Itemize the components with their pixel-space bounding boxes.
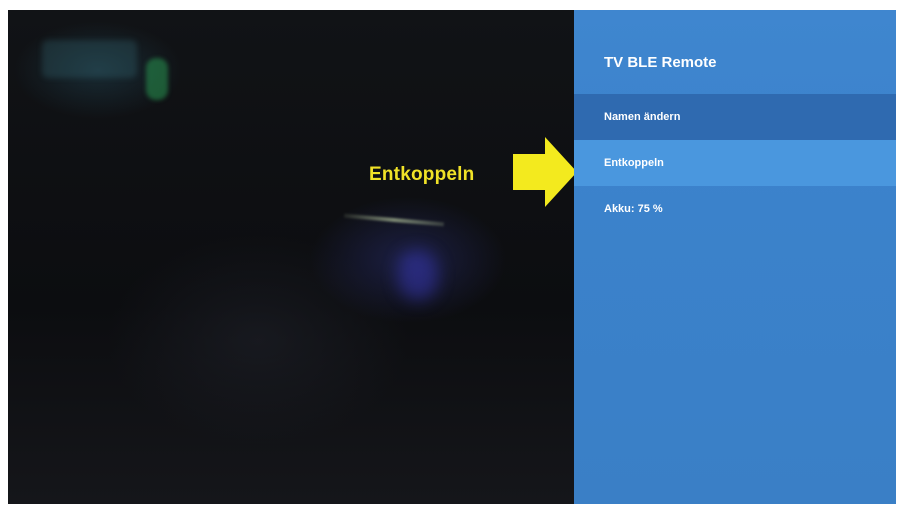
menu-item-unpair[interactable]: Entkoppeln: [574, 140, 896, 186]
annotation-label: Entkoppeln: [369, 164, 475, 185]
panel-title: TV BLE Remote: [604, 54, 717, 71]
tv-screen: Entkoppeln TV BLE Remote Namen ändern En…: [8, 10, 896, 504]
channel-logo-blur: [42, 40, 137, 78]
annotation-arrow-right-icon: [513, 137, 577, 207]
menu-item-rename[interactable]: Namen ändern: [574, 94, 896, 140]
battery-status: Akku: 75 %: [604, 203, 663, 215]
tv-background: [8, 10, 574, 504]
background-light-streak: [344, 213, 444, 227]
settings-panel: TV BLE Remote Namen ändern Entkoppeln Ak…: [574, 10, 896, 504]
background-glow-blue: [398, 250, 438, 300]
background-glow-green: [146, 58, 168, 100]
